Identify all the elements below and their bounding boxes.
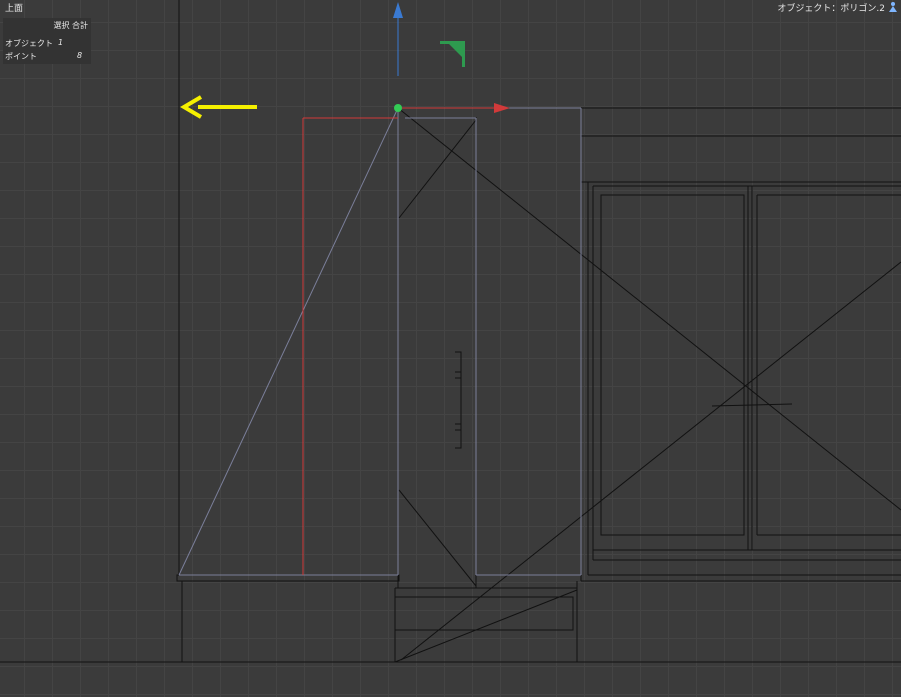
info-row-label: ポイント <box>5 52 37 61</box>
info-row-label: オブジェクト <box>5 39 53 48</box>
axis-gizmo-icon[interactable] <box>440 41 465 67</box>
info-panel: 選択 合計 オブジェクト 1 ポイント 8 <box>3 18 91 64</box>
y-axis-arrow-icon <box>393 2 403 18</box>
info-row-selected: 1 <box>58 38 64 47</box>
view-name-label[interactable]: 上面 <box>5 1 23 14</box>
selected-polygon-edges[interactable] <box>178 107 582 576</box>
x-axis-handle[interactable] <box>398 103 510 113</box>
object-name-label: オブジェクト：ポリゴン.2 <box>777 4 885 14</box>
wireframe-geometry <box>0 0 901 663</box>
scene-wireframe[interactable] <box>0 0 901 697</box>
x-axis-arrow-icon <box>494 103 510 113</box>
info-row-total: 8 <box>77 51 83 60</box>
viewport-top-view[interactable]: 上面 オブジェクト：ポリゴン.2 選択 合計 オブジェクト 1 ポイント 8 <box>0 0 901 697</box>
person-icon[interactable] <box>887 1 899 13</box>
handle-point[interactable] <box>394 104 402 112</box>
info-panel-header: 選択 合計 <box>53 21 88 30</box>
selection-bounds <box>302 117 398 575</box>
arrow-left-icon <box>180 95 257 119</box>
y-axis-handle[interactable] <box>393 2 403 76</box>
